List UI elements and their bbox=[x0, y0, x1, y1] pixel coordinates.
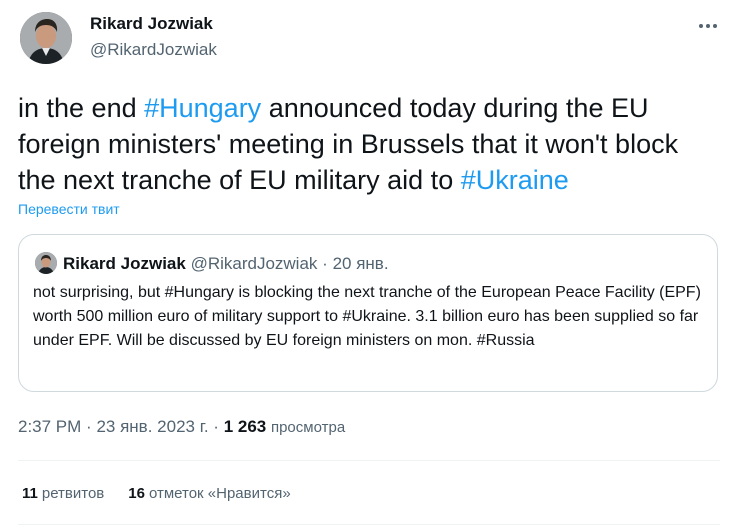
more-horizontal-icon bbox=[699, 24, 717, 28]
quote-text: not surprising, but #Hungary is blocking… bbox=[33, 284, 701, 349]
likes-stat[interactable]: 16 отметок «Нравится» bbox=[128, 484, 290, 504]
quote-date: 20 янв. bbox=[332, 254, 389, 273]
tweet-stats: 11 ретвитов 16 отметок «Нравится» bbox=[22, 484, 291, 504]
quoted-tweet[interactable]: Rikard Jozwiak @RikardJozwiak · 20 янв. … bbox=[18, 234, 718, 392]
author-name[interactable]: Rikard Jozwiak bbox=[90, 14, 213, 34]
divider bbox=[18, 524, 720, 525]
views-count: 1 263 bbox=[223, 417, 267, 436]
divider bbox=[18, 460, 720, 461]
translate-tweet-link[interactable]: Перевести твит bbox=[18, 200, 120, 218]
tweet-text: in the end #Hungary announced today duri… bbox=[18, 90, 718, 198]
hashtag-hungary[interactable]: #Hungary bbox=[144, 93, 261, 123]
views-label: просмотра bbox=[270, 419, 346, 436]
retweets-label: ретвитов bbox=[41, 485, 105, 502]
tweet-date[interactable]: 23 янв. 2023 г. bbox=[96, 417, 208, 436]
author-handle[interactable]: @RikardJozwiak bbox=[90, 40, 217, 60]
retweets-stat[interactable]: 11 ретвитов bbox=[22, 484, 104, 504]
likes-count: 16 bbox=[128, 485, 145, 502]
quote-author-handle: @RikardJozwiak bbox=[190, 254, 318, 273]
tweet-meta: 2:37 PM · 23 янв. 2023 г. · 1 263 просмо… bbox=[18, 416, 345, 439]
avatar[interactable] bbox=[20, 12, 72, 64]
quote-avatar bbox=[35, 252, 57, 274]
quote-header: Rikard Jozwiak @RikardJozwiak · 20 янв. bbox=[63, 253, 389, 275]
meta-separator: · bbox=[86, 417, 92, 436]
tweet: Rikard Jozwiak @RikardJozwiak in the end… bbox=[0, 0, 740, 529]
hashtag-ukraine[interactable]: #Ukraine bbox=[461, 165, 569, 195]
tweet-time[interactable]: 2:37 PM bbox=[18, 417, 81, 436]
more-button[interactable] bbox=[690, 12, 726, 40]
likes-label: отметок «Нравится» bbox=[148, 485, 291, 502]
meta-separator: · bbox=[213, 417, 219, 436]
quote-author-name: Rikard Jozwiak bbox=[63, 254, 186, 273]
tweet-text-part: in the end bbox=[18, 93, 145, 123]
quote-separator: · bbox=[322, 254, 328, 273]
retweets-count: 11 bbox=[22, 485, 38, 502]
